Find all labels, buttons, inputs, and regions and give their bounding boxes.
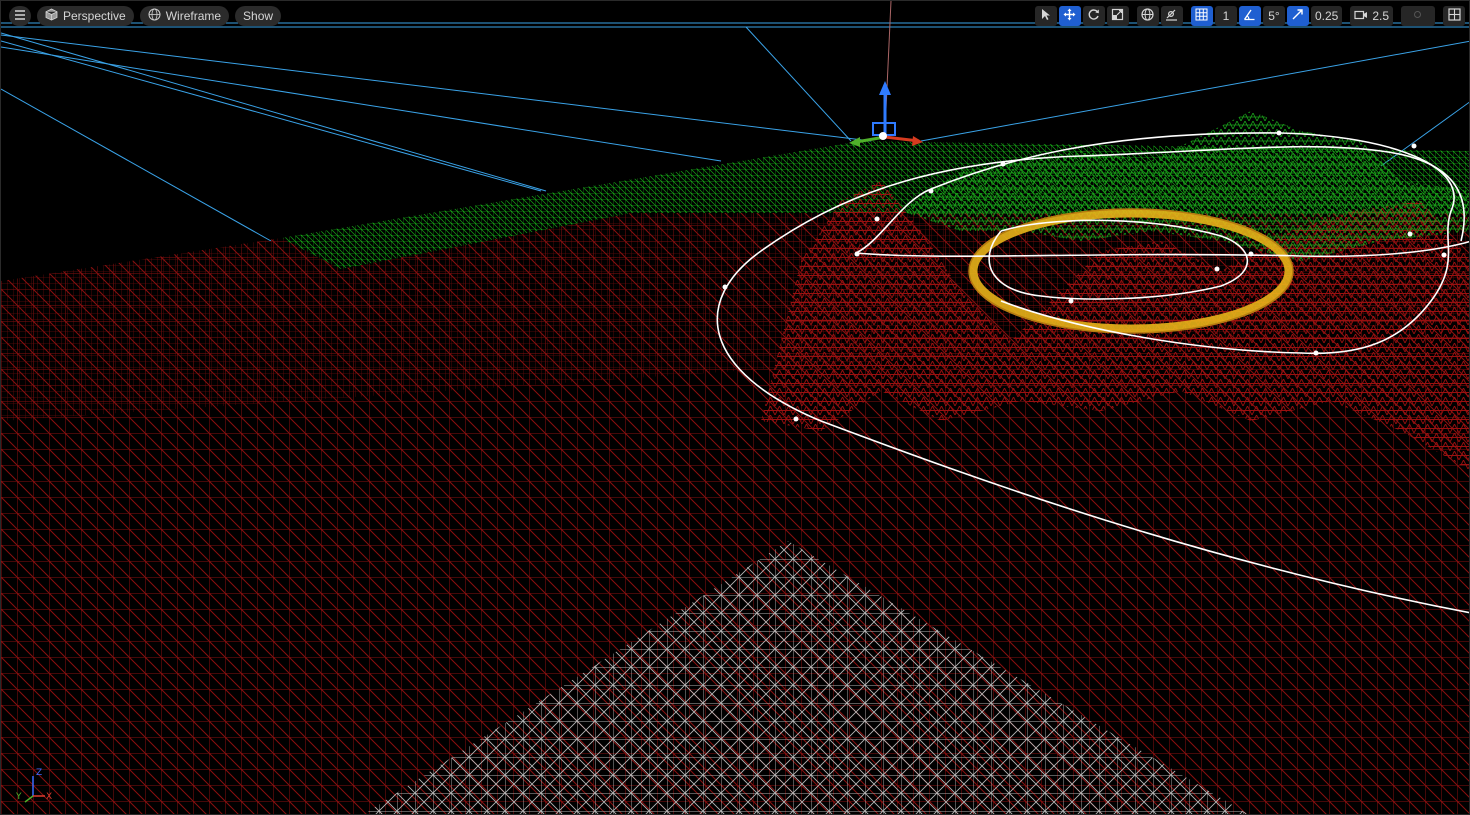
axis-orientation-gizmo: Z X Y	[11, 764, 61, 804]
layout-grid-icon	[1447, 8, 1461, 24]
surface-snap-icon	[1165, 8, 1178, 24]
grid-snap-toggle[interactable]	[1190, 6, 1213, 26]
globe-icon	[1141, 8, 1155, 24]
show-flags-dropdown[interactable]: Show	[235, 6, 282, 26]
camera-speed-value-label: 2.5	[1372, 9, 1389, 23]
cube-icon	[45, 8, 58, 24]
scale-snap-toggle[interactable]	[1286, 6, 1309, 26]
viewport-layout-button[interactable]	[1443, 6, 1465, 26]
rotate-mode-button[interactable]	[1082, 6, 1105, 26]
viewport-toolbar-right: 1 5° 0.25 2.5	[1029, 4, 1465, 28]
viewport-options-button[interactable]	[9, 6, 31, 26]
z-axis-label: Z	[36, 768, 43, 778]
viewport-toolbar-left: Perspective Wireframe Show	[9, 4, 282, 28]
level-viewport[interactable]: Perspective Wireframe Show 1 5° 0.25 2.5…	[0, 0, 1470, 815]
camera-speed-button[interactable]: 2.5	[1350, 6, 1393, 26]
rotate-icon	[1087, 8, 1100, 24]
transform-gizmo	[849, 81, 923, 147]
surface-snapping-button[interactable]	[1160, 6, 1183, 26]
move-arrows-icon	[1063, 8, 1076, 24]
grid-snap-value-label: 1	[1222, 9, 1230, 23]
search-icon	[1413, 9, 1423, 23]
maximize-viewport-button[interactable]	[1401, 6, 1435, 26]
scale-snap-icon	[1291, 8, 1304, 24]
render-mode-label: Wireframe	[165, 9, 222, 23]
wireframe-sphere-icon	[148, 8, 161, 24]
x-axis-label: X	[46, 792, 53, 802]
grid-icon	[1195, 8, 1208, 24]
translate-mode-button[interactable]	[1058, 6, 1081, 26]
rotation-snap-value-label: 5°	[1268, 9, 1280, 23]
scale-icon	[1111, 8, 1124, 24]
video-camera-icon	[1354, 9, 1368, 24]
rotation-snap-value[interactable]: 5°	[1262, 6, 1285, 26]
scale-mode-button[interactable]	[1106, 6, 1129, 26]
select-mode-button[interactable]	[1034, 6, 1057, 26]
coordinate-system-button[interactable]	[1136, 6, 1159, 26]
rotation-snap-toggle[interactable]	[1238, 6, 1261, 26]
render-mode-dropdown[interactable]: Wireframe	[139, 6, 230, 26]
y-axis-label: Y	[16, 792, 22, 802]
show-label: Show	[243, 9, 274, 23]
angle-icon	[1243, 8, 1256, 24]
wireframe-scene[interactable]	[1, 1, 1470, 815]
cursor-arrow-icon	[1040, 8, 1052, 24]
scale-snap-value-label: 0.25	[1314, 9, 1339, 23]
view-mode-label: Perspective	[63, 9, 126, 23]
scale-snap-value[interactable]: 0.25	[1310, 6, 1343, 26]
view-mode-dropdown[interactable]: Perspective	[37, 6, 134, 26]
grid-snap-value[interactable]: 1	[1214, 6, 1237, 26]
hamburger-menu-icon	[14, 9, 26, 23]
